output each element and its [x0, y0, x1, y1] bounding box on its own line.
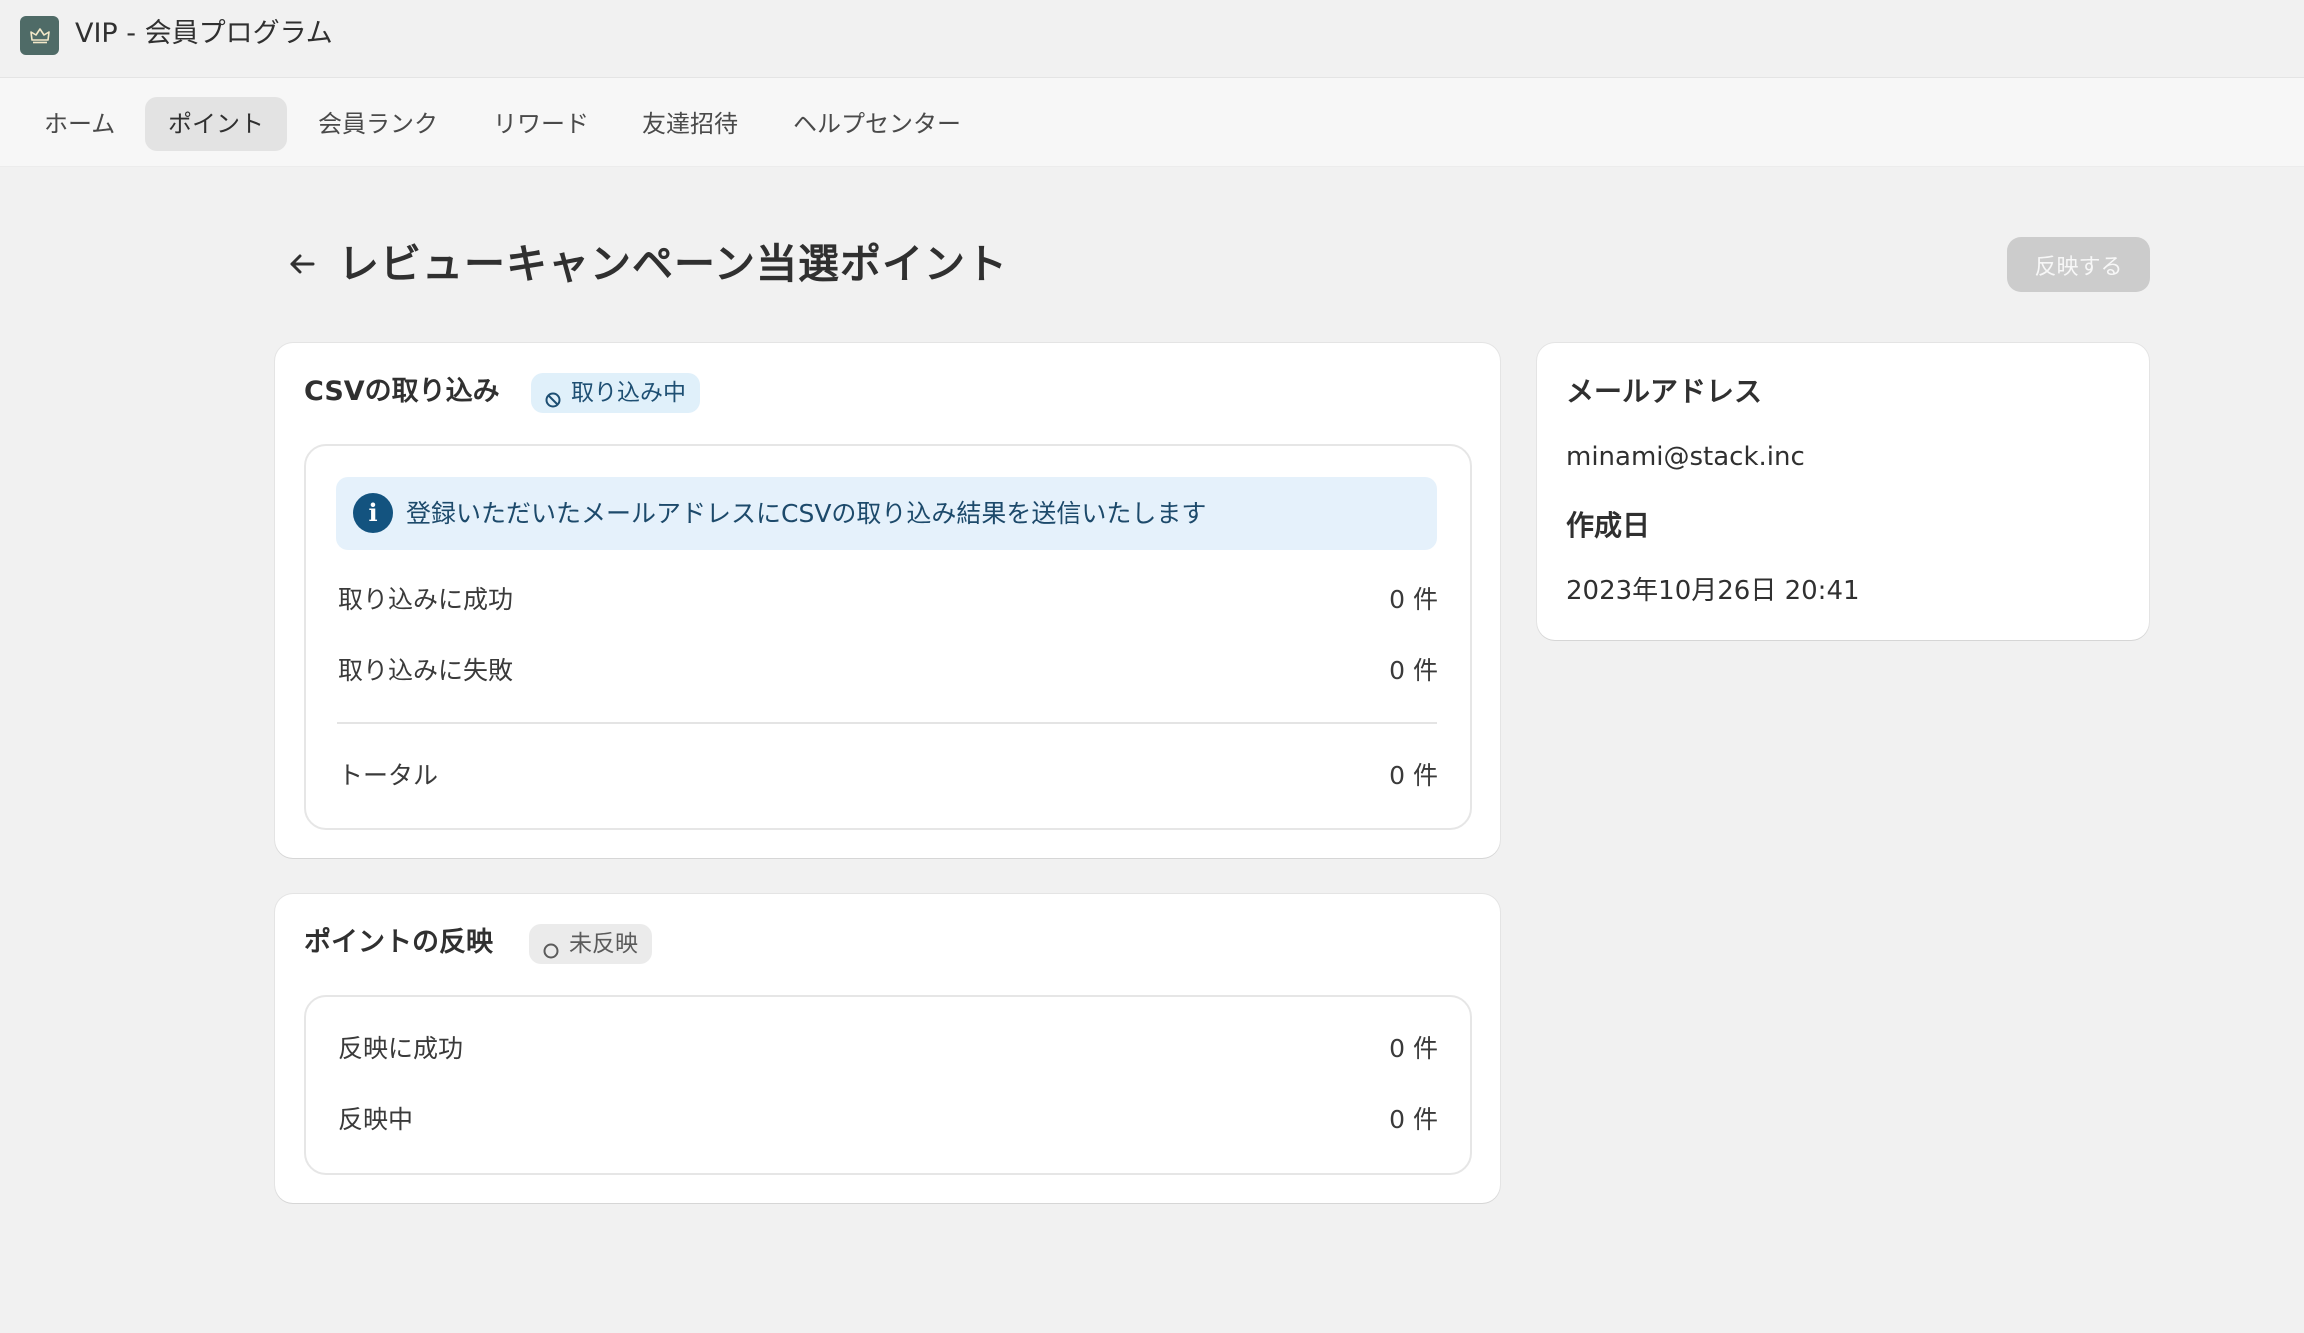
import-failure-label: 取り込みに失敗: [338, 656, 514, 685]
points-card-title: ポイントの反映: [304, 927, 493, 958]
nav-item-rewards[interactable]: リワード: [470, 97, 612, 151]
importing-status-icon: [543, 383, 563, 408]
points-results-panel: [304, 995, 1472, 1175]
top-bar: VIP - 会員プログラム: [0, 0, 2304, 78]
created-date-heading: 作成日: [1566, 509, 1651, 542]
created-date-value: 2023年10月26日 20:41: [1566, 576, 1860, 606]
import-success-label: 取り込みに成功: [338, 585, 514, 614]
not-applied-status-icon: [541, 934, 561, 959]
page-title: レビューキャンペーン当選ポイント: [338, 240, 1008, 288]
reflecting-value: 0 件: [1389, 1105, 1438, 1134]
nav-item-referral[interactable]: 友達招待: [619, 97, 761, 151]
info-icon: i: [353, 493, 393, 533]
total-value: 0 件: [1389, 761, 1438, 790]
crown-icon: [20, 16, 59, 55]
divider: [337, 722, 1437, 724]
status-badge-label: 未反映: [569, 931, 638, 957]
email-value: minami@stack.inc: [1566, 442, 1805, 472]
import-success-value: 0 件: [1389, 585, 1438, 614]
nav-item-points[interactable]: ポイント: [145, 97, 287, 151]
reflect-success-value: 0 件: [1389, 1034, 1438, 1063]
csv-card-title: CSVの取り込み: [304, 376, 500, 407]
status-badge: 未反映: [529, 924, 652, 964]
nav-item-help-center[interactable]: ヘルプセンター: [770, 97, 984, 151]
email-heading: メールアドレス: [1566, 375, 1763, 408]
import-failure-value: 0 件: [1389, 656, 1438, 685]
reflect-success-label: 反映に成功: [338, 1034, 464, 1063]
info-banner-text: 登録いただいたメールアドレスにCSVの取り込み結果を送信いたします: [406, 499, 1207, 528]
reflecting-label: 反映中: [338, 1105, 414, 1134]
apply-button[interactable]: 反映する: [2007, 237, 2150, 292]
status-badge: 取り込み中: [531, 373, 700, 413]
app-title: VIP - 会員プログラム: [75, 18, 333, 49]
main-nav: ホーム ポイント 会員ランク リワード 友達招待 ヘルプセンター: [0, 78, 2304, 167]
info-banner: i 登録いただいたメールアドレスにCSVの取り込み結果を送信いたします: [336, 477, 1437, 550]
total-label: トータル: [338, 761, 439, 790]
nav-item-home[interactable]: ホーム: [21, 97, 138, 151]
back-arrow-icon[interactable]: [282, 244, 322, 284]
nav-item-member-rank[interactable]: 会員ランク: [295, 97, 461, 151]
status-badge-label: 取り込み中: [571, 380, 686, 406]
